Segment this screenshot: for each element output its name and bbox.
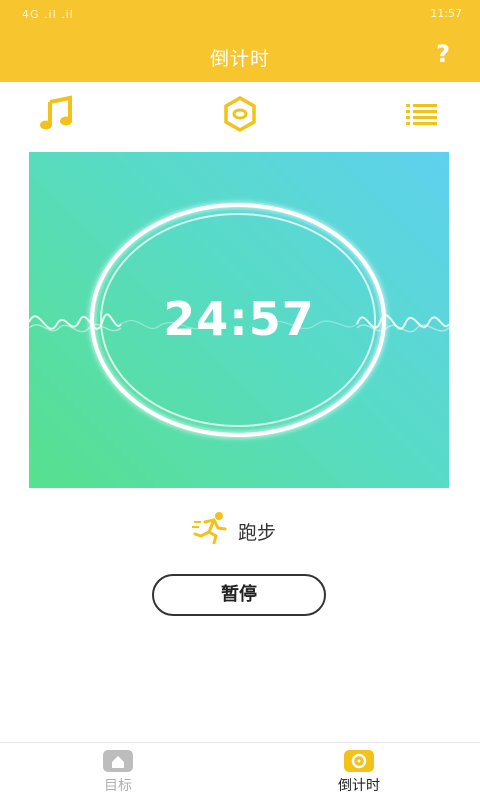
hexagon-target-icon — [224, 95, 256, 133]
nav-label-countdown: 倒计时 — [338, 778, 380, 794]
app-header: 4G .il .il 11:57 倒计时 ? — [0, 0, 480, 82]
activity-label: 跑步 — [238, 522, 277, 544]
help-button[interactable]: ? — [436, 40, 450, 68]
clock: 11:57 — [430, 7, 462, 20]
list-icon — [406, 104, 437, 125]
running-icon — [192, 512, 227, 544]
home-icon — [103, 750, 133, 772]
list-button[interactable] — [403, 92, 443, 140]
timer-panel: 24:57 — [29, 152, 449, 488]
bottom-nav: 目标 倒计时 — [0, 742, 480, 801]
signal-indicator: 4G .il .il — [22, 8, 74, 21]
toolbar — [0, 92, 480, 142]
status-bar: 4G .il .il 11:57 — [0, 0, 480, 28]
page-title: 倒计时 — [209, 48, 270, 70]
nav-label-goals: 目标 — [104, 778, 132, 794]
music-note-icon — [40, 95, 72, 130]
nav-item-goals[interactable]: 目标 — [58, 743, 178, 801]
activity-row: 跑步 — [0, 508, 480, 548]
pause-button[interactable]: 暂停 — [152, 574, 326, 616]
countdown-time: 24:57 — [163, 292, 315, 346]
timer-icon — [344, 750, 374, 772]
nav-item-countdown[interactable]: 倒计时 — [299, 743, 419, 801]
music-button[interactable] — [38, 92, 78, 140]
target-button[interactable] — [220, 92, 260, 140]
